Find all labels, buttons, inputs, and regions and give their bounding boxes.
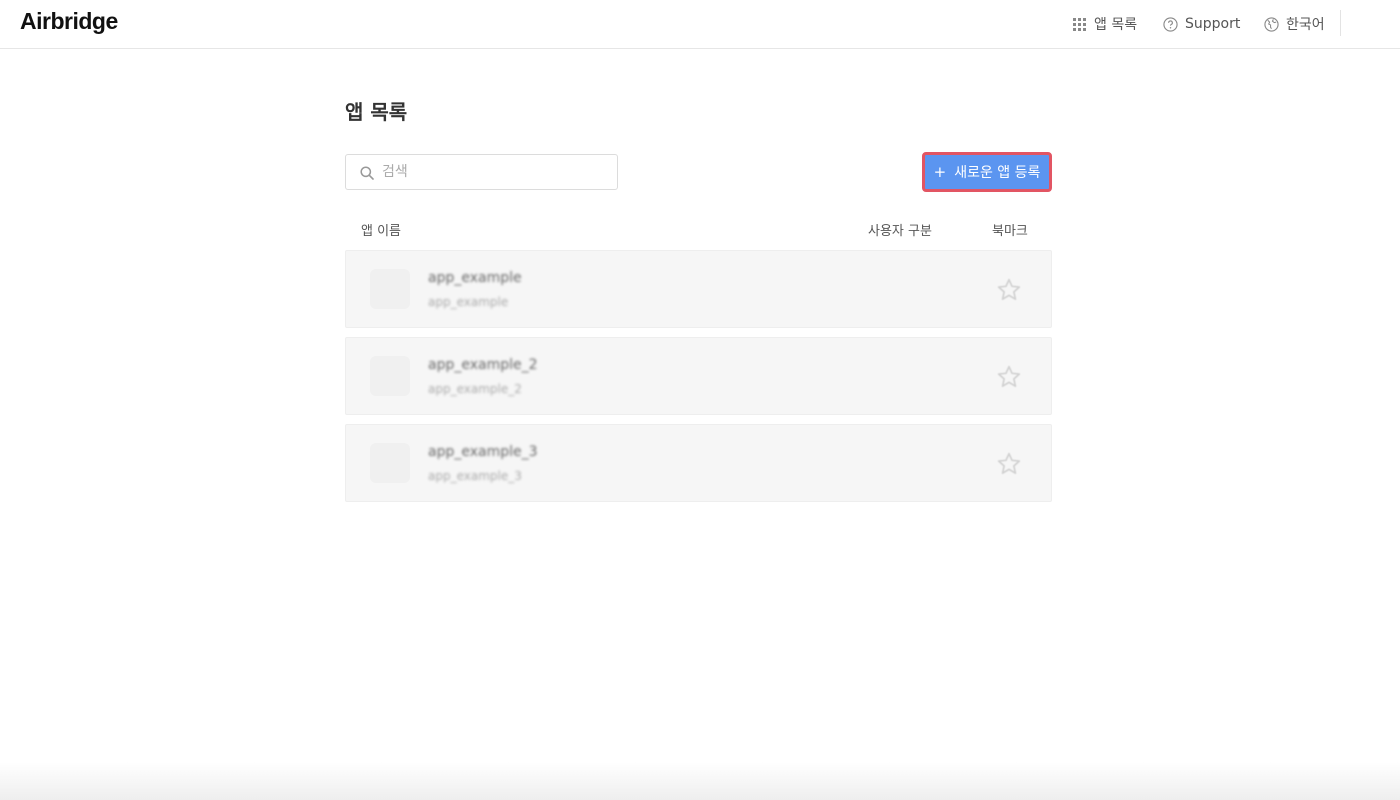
bookmark-star-icon[interactable]: [996, 451, 1022, 477]
nav-language-label: 한국어: [1286, 17, 1325, 33]
globe-icon: [1264, 16, 1279, 32]
app-name: app_example: [428, 270, 522, 286]
search-icon: [360, 165, 374, 180]
nav-app-list[interactable]: 앱 목록: [1072, 14, 1137, 34]
nav-language[interactable]: 한국어: [1264, 14, 1325, 34]
bottom-fade: [0, 762, 1400, 800]
page-title: 앱 목록: [345, 100, 408, 124]
new-app-button[interactable]: + 새로운 앱 등록: [922, 152, 1052, 192]
app-row[interactable]: app_example_3 app_example_3: [345, 424, 1052, 502]
nav-support[interactable]: Support: [1163, 14, 1240, 34]
search-box[interactable]: [345, 154, 618, 190]
app-icon: [370, 269, 410, 309]
app-row[interactable]: app_example_2 app_example_2: [345, 337, 1052, 415]
column-header-bookmark: 북마크: [992, 224, 1028, 239]
new-app-button-label: 새로운 앱 등록: [954, 165, 1041, 181]
plus-icon: +: [933, 163, 947, 181]
app-icon: [370, 356, 410, 396]
app-row[interactable]: app_example app_example: [345, 250, 1052, 328]
search-input[interactable]: [382, 155, 607, 189]
app-subtitle: app_example_3: [428, 469, 522, 483]
top-header: Airbridge 앱 목록 Support 한국어: [0, 0, 1400, 49]
app-subtitle: app_example_2: [428, 382, 522, 396]
question-circle-icon: [1163, 16, 1178, 32]
nav-app-list-label: 앱 목록: [1094, 17, 1138, 33]
app-name: app_example_3: [428, 444, 538, 460]
bookmark-star-icon[interactable]: [996, 364, 1022, 390]
app-name: app_example_2: [428, 357, 538, 373]
column-header-app-name: 앱 이름: [361, 224, 402, 239]
header-divider: [1340, 10, 1341, 36]
app-subtitle: app_example: [428, 295, 509, 309]
airbridge-logo[interactable]: Airbridge: [20, 8, 118, 35]
bookmark-star-icon[interactable]: [996, 277, 1022, 303]
column-header-user-type: 사용자 구분: [868, 224, 932, 239]
app-list: app_example app_example app_example_2 ap…: [345, 250, 1052, 511]
app-icon: [370, 443, 410, 483]
grid-icon: [1072, 17, 1087, 32]
nav-support-label: Support: [1185, 16, 1241, 32]
